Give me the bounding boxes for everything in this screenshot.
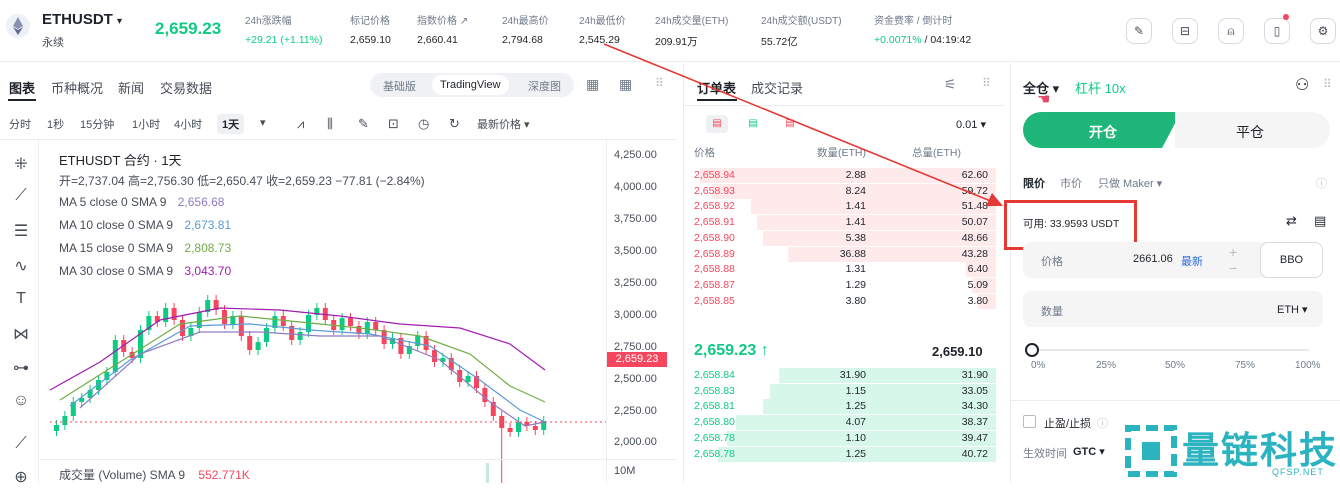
annotation-arrow: [603, 43, 1003, 206]
watermark: 量链科技 QFSP.NET: [1122, 420, 1340, 483]
watermark-sub: QFSP.NET: [1272, 467, 1324, 477]
watermark-text: 量链科技: [1182, 430, 1338, 471]
watermark-logo-icon: [1125, 425, 1177, 477]
